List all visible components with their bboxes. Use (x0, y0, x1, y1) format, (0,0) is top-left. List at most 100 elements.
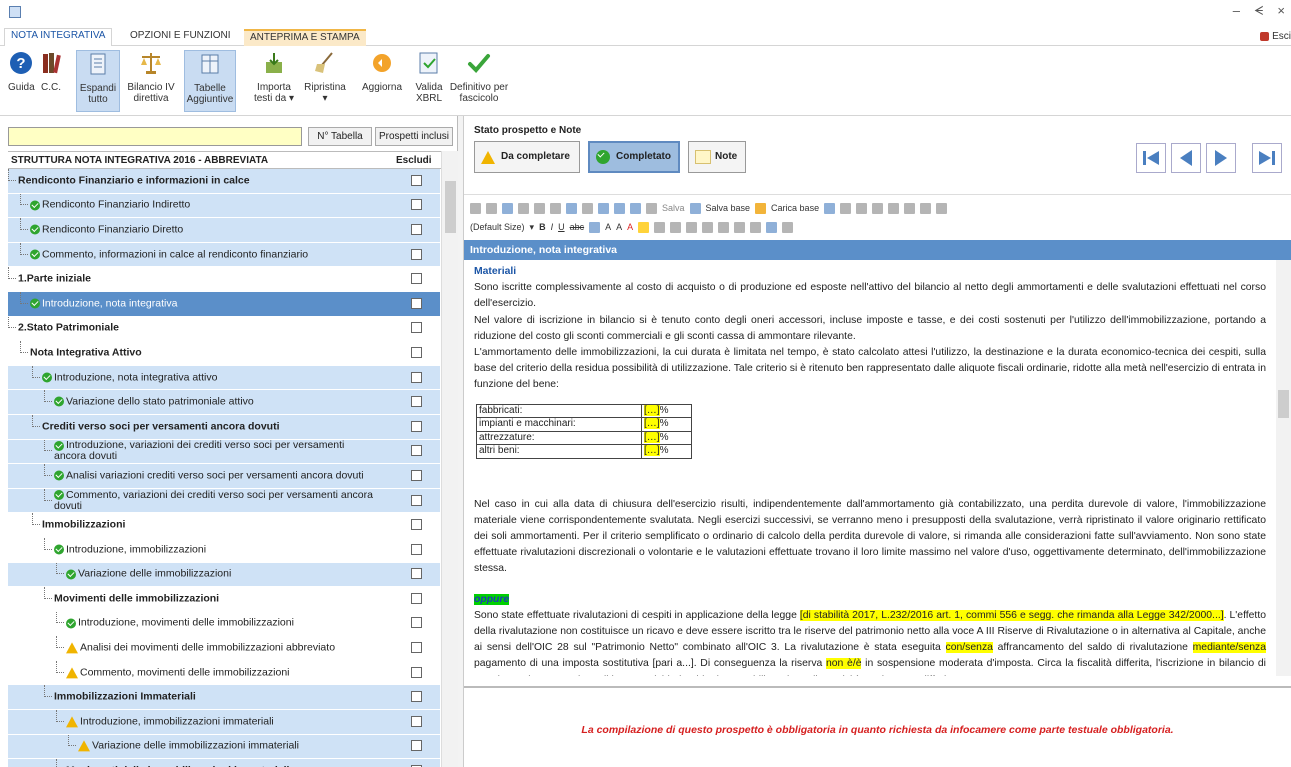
code-icon[interactable] (614, 202, 625, 214)
numbering-icon[interactable] (702, 221, 714, 233)
tree-row[interactable]: Variazione delle immobilizzazioni (8, 562, 440, 588)
escludi-checkbox[interactable] (411, 740, 422, 752)
escludi-checkbox[interactable] (411, 297, 422, 309)
highlight-color-icon[interactable] (638, 221, 650, 233)
escludi-checkbox[interactable] (411, 445, 422, 457)
salva-button[interactable]: Salva (662, 203, 685, 213)
escludi-checkbox[interactable] (411, 346, 422, 358)
save-icon[interactable] (646, 202, 657, 214)
bullets-icon[interactable] (686, 221, 698, 233)
escludi-checkbox[interactable] (411, 322, 422, 334)
salva-base-button[interactable]: Salva base (706, 203, 751, 213)
escludi-checkbox[interactable] (411, 592, 422, 604)
cut-icon[interactable] (470, 202, 481, 214)
justify-icon[interactable] (766, 221, 778, 233)
paste-icon[interactable] (502, 202, 513, 214)
escludi-checkbox[interactable] (411, 666, 422, 678)
delete-row-icon[interactable] (888, 202, 900, 214)
definitivo-button[interactable]: Definitivo per fascicolo (448, 50, 510, 112)
exit-button[interactable]: Esci (1260, 31, 1291, 42)
escludi-checkbox[interactable] (411, 469, 422, 481)
find-icon[interactable] (566, 202, 577, 214)
font-color-button[interactable]: A (627, 222, 633, 232)
print-icon[interactable] (550, 202, 561, 214)
tree-row[interactable]: Introduzione, variazioni dei crediti ver… (8, 439, 440, 465)
indent-icon[interactable] (670, 221, 682, 233)
tree-row[interactable]: Introduzione, movimenti delle immobilizz… (8, 611, 440, 637)
previous-record-button[interactable] (1171, 143, 1201, 173)
tab-opzioni-e-funzioni[interactable]: OPZIONI E FUNZIONI (124, 29, 237, 46)
preview-icon[interactable] (630, 202, 641, 214)
borders-icon[interactable] (782, 221, 794, 233)
tree-row[interactable]: 1.Parte iniziale (8, 267, 440, 292)
outdent-icon[interactable] (654, 221, 666, 233)
tree-scroll-thumb[interactable] (445, 181, 456, 233)
last-record-button[interactable] (1252, 143, 1282, 173)
redo-icon[interactable] (534, 202, 545, 214)
tree-row[interactable]: Nota Integrativa Attivo (8, 341, 440, 366)
note-button[interactable]: Note (688, 141, 746, 173)
strikethrough-button[interactable]: abc (570, 222, 585, 232)
escludi-checkbox[interactable] (411, 371, 422, 383)
italic-button[interactable]: I (551, 222, 554, 232)
document-scroll-thumb[interactable] (1278, 390, 1289, 418)
align-right-icon[interactable] (750, 221, 762, 233)
escludi-checkbox[interactable] (411, 642, 422, 654)
align-left-icon[interactable] (718, 221, 730, 233)
escludi-checkbox[interactable] (411, 420, 422, 432)
tree-row[interactable]: Immobilizzazioni (8, 513, 440, 538)
numero-tabella-button[interactable]: N° Tabella (308, 127, 372, 146)
importa-testi-button[interactable]: Importa testi da ▾ (252, 50, 296, 112)
tabelle-aggiuntive-button[interactable]: Tabelle Aggiuntive (184, 50, 236, 112)
font-increase-button[interactable]: A (616, 222, 622, 232)
escludi-checkbox[interactable] (411, 568, 422, 580)
escludi-checkbox[interactable] (411, 248, 422, 260)
tree-row[interactable]: Analisi variazioni crediti verso soci pe… (8, 464, 440, 489)
escludi-checkbox[interactable] (411, 223, 422, 235)
escludi-checkbox[interactable] (411, 494, 422, 506)
tree-scrollbar[interactable] (441, 151, 458, 767)
delete-col-icon[interactable] (904, 202, 916, 214)
merge-cells-icon[interactable] (920, 202, 932, 214)
tree-row[interactable]: Immobilizzazioni Immateriali (8, 685, 440, 711)
close-button[interactable]: × (1277, 3, 1285, 19)
tab-nota-integrativa[interactable]: NOTA INTEGRATIVA (4, 28, 113, 47)
tree-row[interactable]: Introduzione, nota integrativa attivo (8, 365, 440, 391)
document-scrollbar[interactable] (1276, 260, 1291, 676)
escludi-checkbox[interactable] (411, 715, 422, 727)
highlight-icon[interactable] (589, 221, 601, 233)
escludi-checkbox[interactable] (411, 519, 422, 531)
tree-row[interactable]: Rendiconto Finanziario Indiretto (8, 193, 440, 219)
valida-xbrl-button[interactable]: Valida XBRL (414, 50, 444, 112)
escludi-checkbox[interactable] (411, 617, 422, 629)
search-input[interactable] (8, 127, 302, 146)
document-body[interactable]: Materiali Sono iscritte complessivamente… (464, 260, 1276, 676)
ripristina-button[interactable]: Ripristina ▾ (302, 50, 348, 112)
tree-row[interactable]: Commento, movimenti delle immobilizzazio… (8, 660, 440, 686)
insert-col-icon[interactable] (872, 202, 884, 214)
font-decrease-button[interactable]: A (605, 222, 611, 232)
tree-row[interactable]: Crediti verso soci per versamenti ancora… (8, 414, 440, 440)
tree-row[interactable]: Variazione dello stato patrimoniale atti… (8, 390, 440, 415)
underline-button[interactable]: U (558, 222, 565, 232)
table-props-icon[interactable] (840, 202, 852, 214)
bilancio-iv-direttiva-button[interactable]: Bilancio IV direttiva (125, 50, 177, 112)
tree-row[interactable]: Rendiconto Finanziario e informazioni in… (8, 169, 440, 194)
restore-button[interactable]: ᗕ (1254, 3, 1263, 19)
tree-view[interactable]: Rendiconto Finanziario e informazioni in… (8, 169, 440, 767)
tab-anteprima-e-stampa[interactable]: ANTEPRIMA E STAMPA (244, 29, 366, 46)
tree-row[interactable]: Movimenti delle immobilizzazioni (8, 587, 440, 612)
chevron-down-icon[interactable]: ▾ (530, 222, 535, 233)
tree-row[interactable]: Introduzione, immobilizzazioni immateria… (8, 710, 440, 735)
escludi-checkbox[interactable] (411, 543, 422, 555)
escludi-checkbox[interactable] (411, 199, 422, 211)
escludi-checkbox[interactable] (411, 691, 422, 703)
minimize-button[interactable]: – (1233, 3, 1240, 19)
espandi-tutto-button[interactable]: Espandi tutto (76, 50, 120, 112)
escludi-checkbox[interactable] (411, 273, 422, 285)
escludi-checkbox[interactable] (411, 174, 422, 186)
next-record-button[interactable] (1206, 143, 1236, 173)
tree-row[interactable]: Introduzione, immobilizzazioni (8, 537, 440, 563)
da-completare-button[interactable]: Da completare (474, 141, 580, 173)
escludi-checkbox[interactable] (411, 396, 422, 408)
